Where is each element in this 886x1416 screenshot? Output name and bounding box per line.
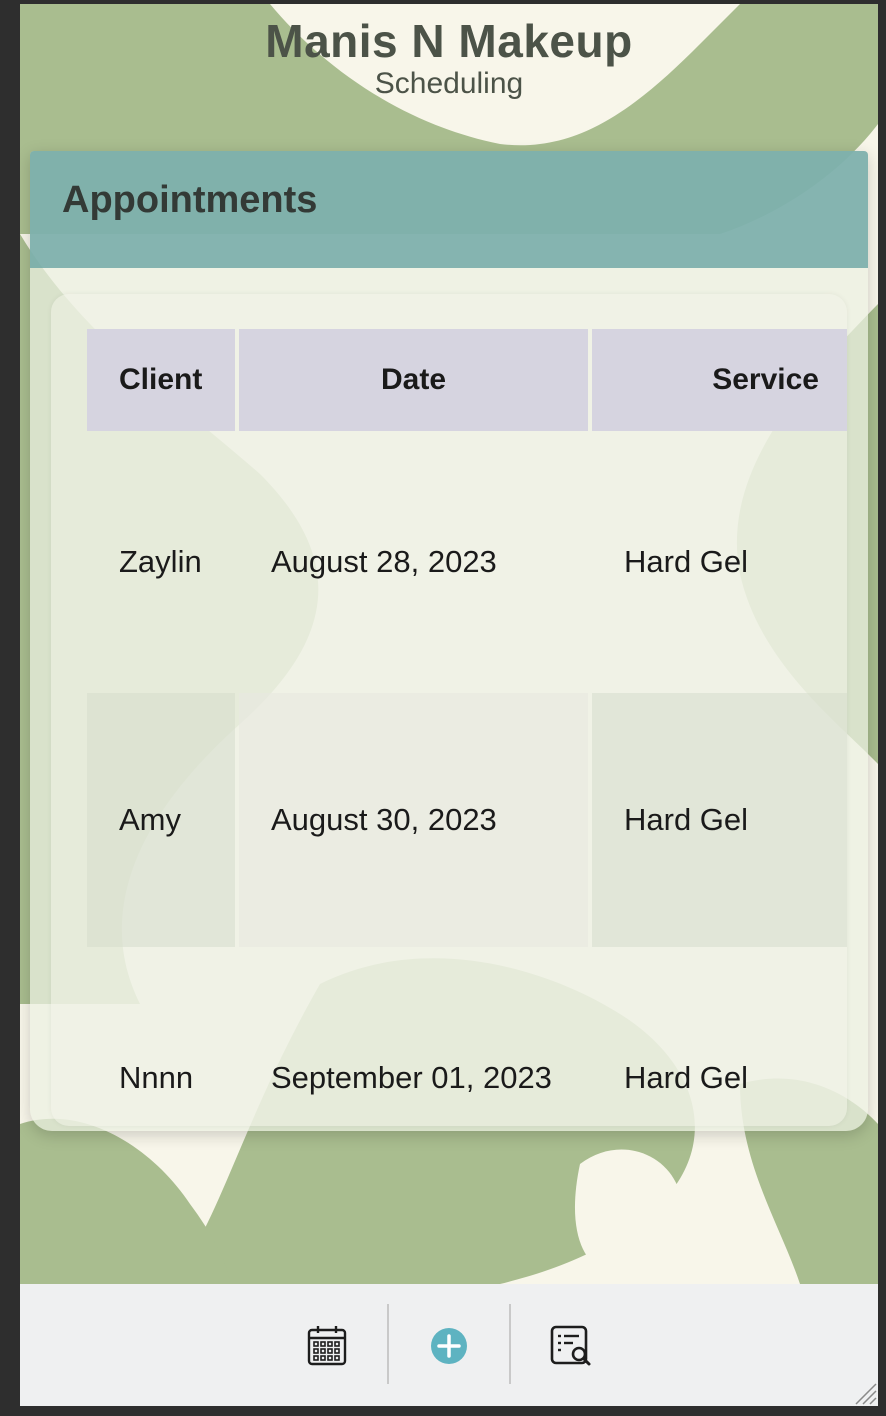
client-cell: Nnnn [119, 1060, 194, 1095]
service-cell: Hard Gel [592, 693, 847, 947]
appointments-card-header: Appointments [30, 151, 868, 268]
table-row[interactable]: Amy August 30, 2023 Hard Gel [87, 693, 847, 947]
appointments-table: Client Date Service Zaylin August 28, 20… [87, 329, 847, 1126]
nav-divider [509, 1304, 511, 1384]
client-cell: Zaylin [119, 544, 202, 579]
service-cell: Hard Gel [624, 1060, 749, 1095]
resize-grip-icon[interactable] [850, 1378, 878, 1406]
search-list-icon [550, 1325, 591, 1366]
appointments-table-container: Client Date Service Zaylin August 28, 20… [51, 294, 847, 1126]
app-screen: Manis N Makeup Scheduling Appointments C… [20, 4, 878, 1406]
search-appointments-button[interactable] [543, 1318, 599, 1374]
calendar-icon [307, 1326, 347, 1366]
calendar-button[interactable] [299, 1318, 355, 1374]
add-appointment-button[interactable] [421, 1318, 477, 1374]
app-title: Manis N Makeup [265, 15, 633, 67]
column-header-service[interactable]: Service [592, 329, 847, 431]
date-cell: September 01, 2023 [271, 1060, 552, 1095]
appointments-title: Appointments [62, 179, 318, 221]
column-header-date[interactable]: Date [239, 329, 588, 431]
client-cell: Amy [87, 693, 235, 947]
column-header-client[interactable]: Client [87, 329, 235, 431]
appointments-card: Appointments Client Date Service Zaylin … [30, 151, 868, 1131]
nav-divider [387, 1304, 389, 1384]
app-header: Manis N Makeup Scheduling [20, 16, 878, 102]
device-frame: Manis N Makeup Scheduling Appointments C… [0, 0, 886, 1416]
table-row[interactable]: Nnnn September 01, 2023 Hard Gel [87, 947, 847, 1126]
bottom-nav-bar [20, 1284, 878, 1406]
app-subtitle: Scheduling [374, 67, 524, 100]
service-cell: Hard Gel [624, 544, 749, 579]
plus-circle-icon [431, 1328, 467, 1364]
date-cell: August 28, 2023 [271, 544, 497, 579]
date-cell: August 30, 2023 [239, 693, 588, 947]
table-header-row: Client Date Service [87, 329, 847, 431]
table-row[interactable]: Zaylin August 28, 2023 Hard Gel [87, 431, 847, 693]
